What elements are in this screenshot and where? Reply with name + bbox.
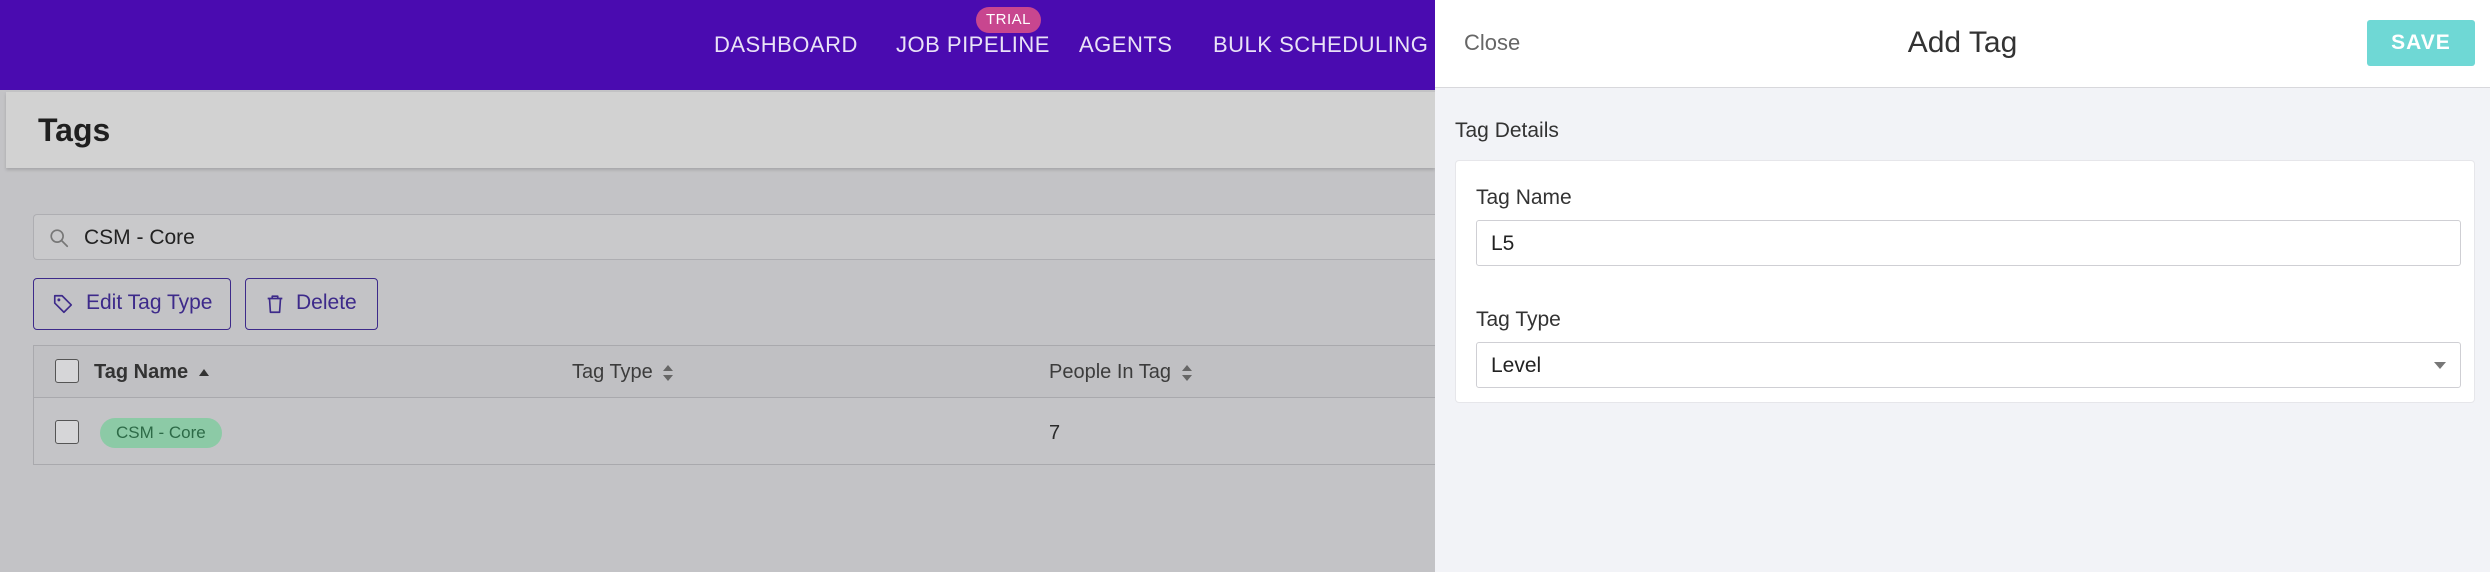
tag-type-label: Tag Type <box>1476 308 1561 331</box>
sort-icon <box>663 364 674 381</box>
add-tag-drawer: Close Add Tag SAVE Tag Details Tag Name … <box>1435 0 2490 572</box>
sort-icon <box>1181 364 1192 381</box>
drawer-header: Close Add Tag SAVE <box>1435 0 2490 88</box>
nav-item-job-pipeline[interactable]: JOB PIPELINE <box>896 32 1050 58</box>
nav-item-bulk-scheduling[interactable]: BULK SCHEDULING <box>1213 32 1428 58</box>
trash-icon <box>267 295 283 314</box>
page-header: Tags <box>6 92 1435 168</box>
tags-table: Tag Name Tag Type People In Tag CSM - Co… <box>33 345 1435 465</box>
people-in-tag-cell: 7 <box>1049 422 1061 444</box>
column-header-tag-type[interactable]: Tag Type <box>572 361 674 384</box>
edit-tag-type-button[interactable]: Edit Tag Type <box>33 278 231 330</box>
section-label-tag-details: Tag Details <box>1455 119 1559 142</box>
trial-badge: TRIAL <box>976 7 1042 33</box>
delete-button[interactable]: Delete <box>245 278 378 330</box>
delete-label: Delete <box>296 291 357 314</box>
tag-name-pill[interactable]: CSM - Core <box>100 418 222 448</box>
chevron-down-icon <box>2434 362 2446 369</box>
tag-name-label: Tag Name <box>1476 186 1572 209</box>
tag-name-value: L5 <box>1491 232 1515 255</box>
sort-ascending-icon <box>198 368 209 376</box>
search-input[interactable]: CSM - Core <box>33 214 1435 260</box>
table-header-row: Tag Name Tag Type People In Tag <box>34 346 1435 398</box>
tag-name-input[interactable]: L5 <box>1476 220 2461 266</box>
search-value: CSM - Core <box>84 226 195 249</box>
nav-item-dashboard[interactable]: DASHBOARD <box>714 32 858 58</box>
select-all-checkbox[interactable] <box>55 359 79 383</box>
tag-icon <box>53 294 73 314</box>
column-header-tag-name[interactable]: Tag Name <box>94 361 210 384</box>
drawer-title: Add Tag <box>1907 26 2018 59</box>
tag-type-value: Level <box>1491 354 1542 377</box>
row-checkbox[interactable] <box>55 420 79 444</box>
edit-tag-type-label: Edit Tag Type <box>86 291 213 314</box>
tag-details-card: Tag Name L5 Tag Type Level <box>1455 160 2475 403</box>
search-icon <box>50 229 69 248</box>
nav-item-agents[interactable]: AGENTS <box>1079 32 1172 58</box>
column-header-people-in-tag[interactable]: People In Tag <box>1049 361 1193 384</box>
top-navigation-bar: DASHBOARD JOB PIPELINE TRIAL AGENTS BULK… <box>0 0 1435 90</box>
tag-type-select[interactable]: Level <box>1476 342 2461 388</box>
page-title: Tags <box>38 112 111 148</box>
save-button[interactable]: SAVE <box>2367 20 2475 66</box>
